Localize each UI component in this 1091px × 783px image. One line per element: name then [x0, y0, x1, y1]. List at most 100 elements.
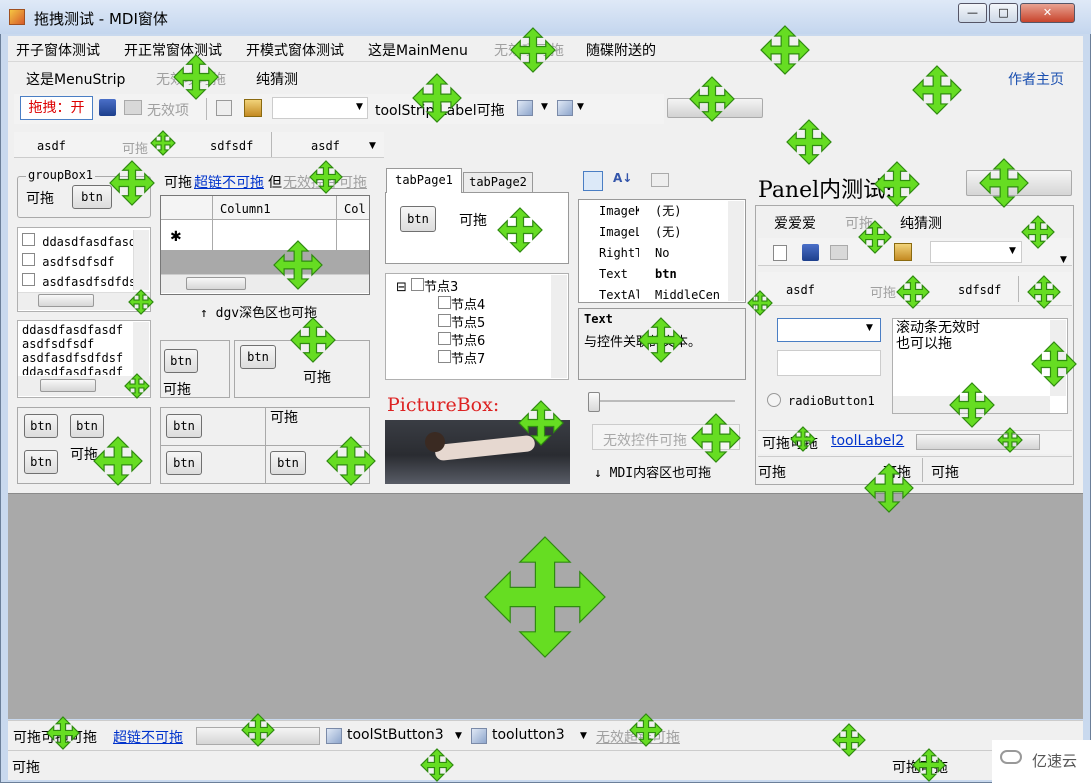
property-row[interactable]: Text btn	[583, 264, 725, 285]
disabled-link[interactable]: 无效控件可拖	[283, 172, 367, 192]
copy-icon[interactable]	[216, 100, 232, 116]
grid-column-header-1[interactable]: Column1	[220, 202, 271, 216]
disabled-textbox[interactable]: 无效控件可拖	[592, 424, 740, 450]
tree-node[interactable]: 节点6	[396, 332, 485, 350]
grid-scroll-thumb[interactable]	[186, 277, 246, 290]
bottom-split-button-2[interactable]: toolutton3	[492, 727, 565, 743]
panel-textbox-vscrollbar[interactable]	[1050, 320, 1066, 396]
menu-item-mainmenu[interactable]: 这是MainMenu	[368, 40, 468, 60]
checkbox[interactable]	[438, 314, 451, 327]
drag-toggle-button[interactable]: 拖拽：开	[20, 96, 93, 120]
panel-tab-sdfsdf[interactable]: sdfsdf	[958, 283, 1001, 297]
listbox-vscrollbar[interactable]	[133, 230, 149, 290]
paste-icon[interactable]	[894, 243, 912, 261]
tabstrip-item-asdf2[interactable]: asdf	[311, 139, 340, 153]
menu-item-modal-window[interactable]: 开模式窗体测试	[246, 40, 344, 60]
panel-tab-asdf[interactable]: asdf	[786, 283, 815, 297]
chevron-down-icon[interactable]: ▼	[866, 323, 873, 333]
tab-page-1[interactable]: tabPage1	[386, 168, 462, 193]
image-button-icon[interactable]	[471, 728, 487, 744]
print-icon[interactable]	[124, 100, 142, 115]
bottom-split-button-1[interactable]: toolStButton3	[347, 727, 444, 743]
chevron-down-icon[interactable]: ▼	[356, 102, 363, 112]
author-link[interactable]: 作者主页	[1008, 69, 1064, 89]
bottom-disabled-link[interactable]: 无效超链可拖	[596, 727, 680, 747]
list-item[interactable]: asdfsdfsdf	[22, 252, 143, 272]
new-file-icon[interactable]	[773, 245, 787, 261]
menu-item-bonus[interactable]: 随碟附送的	[586, 40, 656, 60]
image-button-icon[interactable]	[517, 100, 533, 116]
chevron-down-icon[interactable]: ▼	[369, 141, 376, 151]
overflow-icon[interactable]: ▼	[1060, 255, 1067, 265]
grid-dark-area[interactable]	[161, 250, 369, 274]
table-button-3[interactable]: btn	[24, 450, 58, 474]
panel-menu-item-2[interactable]: 可拖	[845, 213, 873, 233]
menu-item-normal-window[interactable]: 开正常窗体测试	[124, 40, 222, 60]
tab-page-2[interactable]: tabPage2	[463, 172, 533, 193]
minimize-button[interactable]: —	[958, 3, 987, 23]
table-button-1[interactable]: btn	[24, 414, 58, 438]
menustrip-item-disabled[interactable]: 无效项可拖	[156, 69, 226, 89]
groupbox-button[interactable]: btn	[72, 185, 112, 209]
property-vscrollbar[interactable]	[728, 201, 744, 301]
checkbox[interactable]	[438, 296, 451, 309]
disabled-tool-item[interactable]: 无效项	[147, 100, 189, 120]
panel-wide-button[interactable]: btn	[240, 345, 276, 369]
tree-node[interactable]: ⊟ 节点3	[396, 278, 485, 296]
checkbox[interactable]	[22, 233, 35, 246]
panel-status-link[interactable]: toolLabel2	[831, 433, 904, 449]
close-button[interactable]: ✕	[1020, 3, 1075, 23]
checkbox[interactable]	[22, 273, 35, 286]
chevron-down-icon[interactable]: ▼	[577, 102, 584, 112]
checkbox[interactable]	[22, 253, 35, 266]
maximize-button[interactable]: □	[989, 3, 1018, 23]
menu-item-child-window[interactable]: 开子窗体测试	[16, 40, 100, 60]
table-button-2[interactable]: btn	[70, 414, 104, 438]
tabstrip-item-drag[interactable]: 可拖	[122, 138, 148, 157]
radio-label[interactable]: radioButton1	[788, 394, 875, 408]
toolstrip-combobox[interactable]	[272, 97, 368, 119]
chevron-down-icon[interactable]: ▼	[580, 731, 587, 741]
save-icon[interactable]	[99, 99, 116, 116]
panel-textbox[interactable]	[777, 350, 881, 376]
list-item[interactable]: asdfasdfsdfdsf	[22, 272, 143, 292]
tabstrip-item-sdfsdf[interactable]: sdfsdf	[210, 139, 253, 153]
property-row[interactable]: ImageLi(无)	[583, 222, 725, 243]
mdi-client-area[interactable]	[8, 493, 1083, 719]
chevron-down-icon[interactable]: ▼	[455, 731, 462, 741]
picture-box[interactable]	[385, 420, 570, 484]
property-row[interactable]: TextAliMiddleCen	[583, 285, 725, 306]
panel-menu-item-3[interactable]: 纯猜测	[900, 213, 942, 233]
property-pages-icon[interactable]	[651, 173, 669, 187]
panel-menu-item-1[interactable]: 爱爱爱	[774, 213, 816, 233]
bottom-no-drag-link[interactable]: 超链不可拖	[113, 727, 183, 747]
menustrip-item-guess[interactable]: 纯猜测	[256, 69, 298, 89]
checkbox[interactable]	[411, 278, 425, 291]
menu-item-disabled[interactable]: 无效项可拖	[494, 40, 564, 60]
tree-vscrollbar[interactable]	[551, 275, 567, 378]
checkbox[interactable]	[438, 350, 451, 363]
tree-node[interactable]: 节点7	[396, 350, 485, 368]
table2-button-3[interactable]: btn	[270, 451, 306, 475]
property-row[interactable]: ImageKe(无)	[583, 201, 725, 222]
tree-node[interactable]: 节点4	[396, 296, 485, 314]
listbox-scroll-thumb[interactable]	[38, 294, 94, 307]
tab-button[interactable]: btn	[400, 206, 436, 232]
textbox-vscrollbar[interactable]	[133, 322, 149, 376]
save-icon[interactable]	[802, 244, 819, 261]
image-button-icon[interactable]	[326, 728, 342, 744]
panel-tab-drag[interactable]: 可拖	[870, 282, 896, 301]
property-row[interactable]: RightToNo	[583, 243, 725, 264]
tabstrip-item-asdf[interactable]: asdf	[37, 139, 66, 153]
panel-textbox-hscrollbar[interactable]	[893, 396, 1050, 413]
no-drag-link[interactable]: 超链不可拖	[194, 172, 264, 192]
tree-node[interactable]: 节点5	[396, 314, 485, 332]
trackbar-track[interactable]	[590, 400, 735, 402]
trackbar-thumb[interactable]	[588, 392, 600, 412]
paste-icon[interactable]	[244, 99, 262, 117]
radio-button[interactable]	[767, 393, 781, 407]
panel-small-button[interactable]: btn	[164, 349, 198, 373]
table2-button-1[interactable]: btn	[166, 414, 202, 438]
categorized-icon[interactable]	[583, 171, 603, 191]
menustrip-item-main[interactable]: 这是MenuStrip	[26, 69, 125, 89]
